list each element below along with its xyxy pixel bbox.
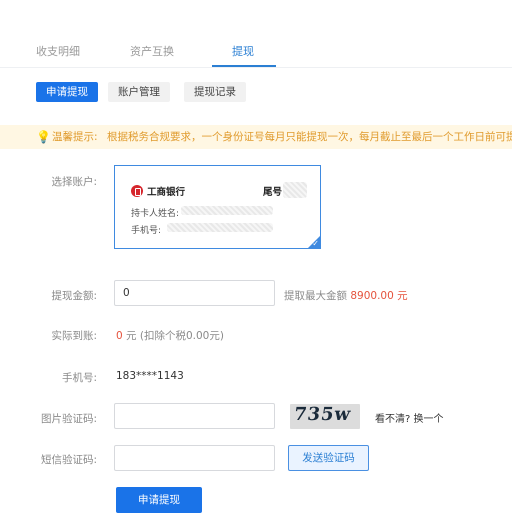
card-phone-redacted — [167, 223, 273, 232]
top-tab-bar: 收支明细 资产互换 提现 — [0, 0, 512, 68]
card-tail-redacted — [283, 182, 307, 198]
tax-note: (扣除个税0.00元) — [139, 330, 224, 342]
phone-label: 手机号: — [61, 372, 97, 384]
amount-input[interactable]: 0 — [114, 280, 275, 306]
actual-amount: 0 元 (扣除个税0.00元) — [116, 328, 224, 343]
notice-text: 根据税务合规要求，一个身份证号每月只能提现一次，每月截止至最后一个工作日前可提 — [107, 131, 512, 143]
image-code-label: 图片验证码: — [40, 413, 97, 425]
amount-label: 提现金额: — [51, 290, 97, 302]
image-code-input[interactable] — [114, 403, 275, 429]
max-amount-value: 8900.00 — [350, 290, 394, 302]
max-amount-prefix: 提取最大金额 — [284, 290, 347, 302]
captcha-image[interactable]: 735w — [290, 404, 360, 429]
check-icon: ✓ — [312, 239, 319, 248]
max-amount-hint: 提取最大金额 8900.00 元 — [284, 288, 408, 303]
bank-name: 工商银行 — [147, 187, 186, 198]
notice-label: 温馨提示: — [52, 131, 98, 143]
refresh-captcha-link[interactable]: 看不清? 换一个 — [375, 410, 444, 425]
tab-income-expense[interactable]: 收支明细 — [36, 43, 80, 59]
max-amount-unit: 元 — [397, 290, 408, 302]
captcha-text: 735w — [292, 404, 353, 425]
subtab-apply-withdraw[interactable]: 申请提现 — [36, 82, 98, 102]
subtab-withdraw-records[interactable]: 提现记录 — [184, 82, 246, 102]
holder-name-redacted — [181, 206, 273, 215]
bank-card-option[interactable]: 工商银行 尾号 持卡人姓名: 手机号: ✓ — [114, 165, 321, 249]
notice-banner: 💡 温馨提示: 根据税务合规要求，一个身份证号每月只能提现一次，每月截止至最后一… — [0, 125, 512, 149]
subtab-account-management[interactable]: 账户管理 — [108, 82, 170, 102]
account-label: 选择账户: — [51, 176, 97, 188]
actual-unit: 元 — [126, 330, 137, 342]
sms-code-input[interactable] — [114, 445, 275, 471]
lightbulb-icon: 💡 — [36, 130, 51, 144]
card-tail-label: 尾号 — [263, 187, 283, 198]
phone-value: 183****1143 — [116, 370, 184, 382]
icbc-logo-icon — [131, 185, 143, 197]
send-code-button[interactable]: 发送验证码 — [288, 445, 369, 471]
actual-value: 0 — [116, 330, 123, 342]
holder-name-label: 持卡人姓名: — [131, 209, 180, 219]
tab-asset-exchange[interactable]: 资产互换 — [130, 43, 174, 59]
tab-withdraw[interactable]: 提现 — [232, 43, 254, 59]
actual-label: 实际到账: — [51, 330, 97, 342]
active-tab-underline — [212, 65, 276, 67]
sms-code-label: 短信验证码: — [40, 454, 97, 466]
card-phone-label: 手机号: — [131, 226, 162, 236]
apply-withdraw-button[interactable]: 申请提现 — [116, 487, 202, 513]
